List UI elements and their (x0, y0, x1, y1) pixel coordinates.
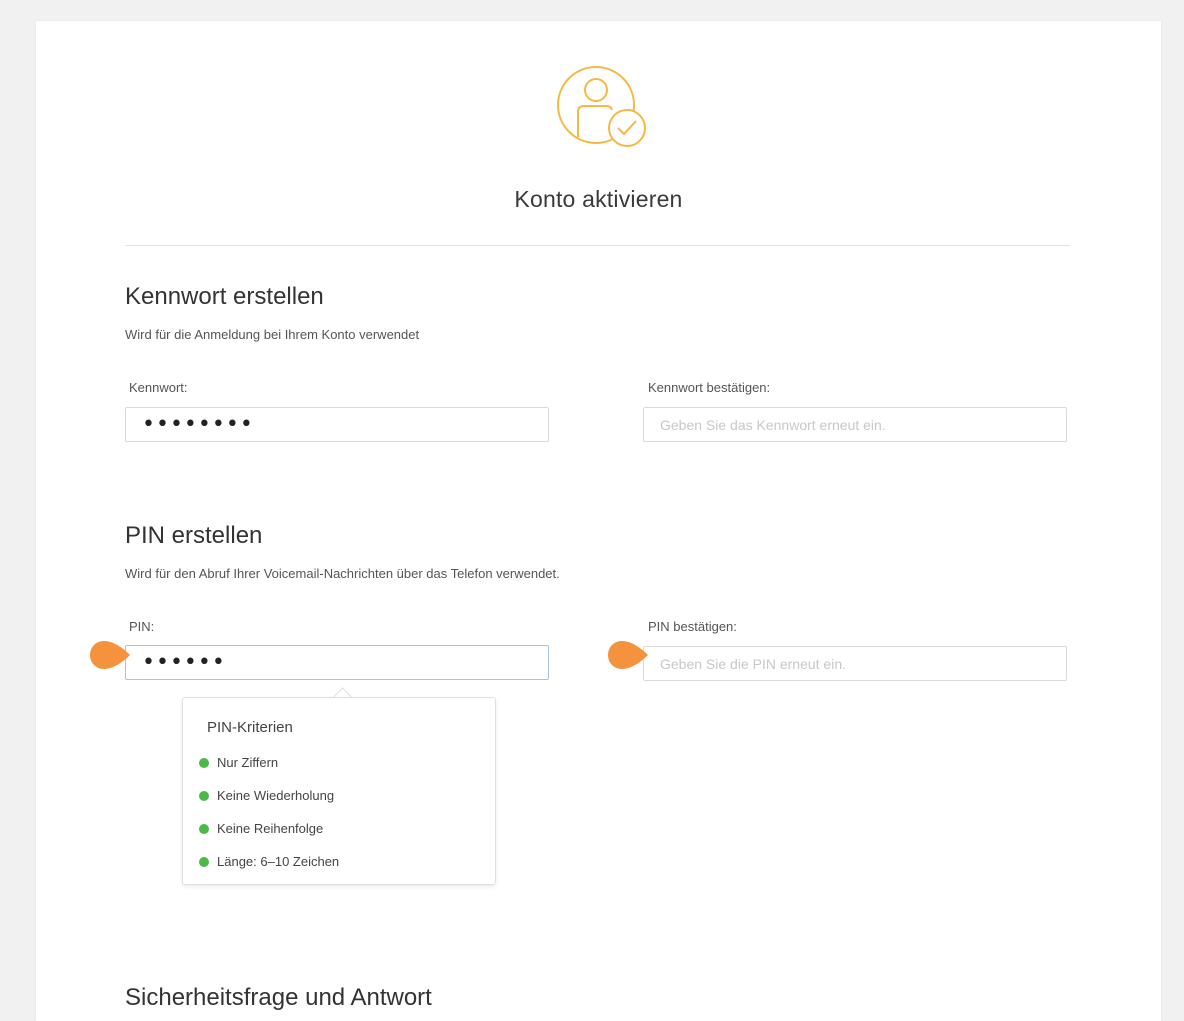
criteria-label: Nur Ziffern (217, 755, 279, 770)
pin-confirm-placeholder: Geben Sie die PIN erneut ein. (660, 655, 847, 672)
criteria-item: Nur Ziffern (199, 755, 278, 770)
password-section-title: Kennwort erstellen (125, 283, 324, 310)
pin-section-subtitle: Wird für den Abruf Ihrer Voicemail-Nachr… (125, 566, 560, 581)
pin-section-title: PIN erstellen (125, 522, 263, 549)
header-divider (125, 245, 1070, 246)
check-status-icon (199, 823, 209, 834)
user-check-icon (556, 59, 652, 155)
pin-confirm-field[interactable]: Geben Sie die PIN erneut ein. (643, 646, 1067, 681)
pin-criteria-title: PIN-Kriterien (207, 719, 293, 736)
pin-field[interactable]: •••••• (125, 645, 549, 680)
pin-confirm-marker-icon (608, 641, 648, 669)
password-confirm-placeholder: Geben Sie das Kennwort erneut ein. (660, 416, 886, 433)
password-field[interactable]: •••••••• (125, 407, 549, 442)
pin-criteria-tooltip: PIN-Kriterien Nur Ziffern Keine Wiederho… (182, 697, 496, 885)
activation-card: Konto aktivieren Kennwort erstellen Wird… (36, 21, 1161, 1021)
pin-value: •••••• (142, 649, 226, 675)
password-confirm-field[interactable]: Geben Sie das Kennwort erneut ein. (643, 407, 1067, 442)
password-confirm-label: Kennwort bestätigen: (648, 380, 771, 395)
criteria-item: Länge: 6–10 Zeichen (199, 854, 339, 869)
pin-field-marker-icon (90, 641, 130, 669)
pin-label: PIN: (129, 619, 155, 634)
password-label: Kennwort: (129, 380, 188, 395)
criteria-item: Keine Wiederholung (199, 788, 334, 803)
criteria-label: Keine Reihenfolge (217, 821, 324, 836)
criteria-label: Keine Wiederholung (217, 788, 335, 803)
check-status-icon (199, 856, 209, 867)
password-section-subtitle: Wird für die Anmeldung bei Ihrem Konto v… (125, 327, 420, 342)
security-section-title: Sicherheitsfrage und Antwort (125, 984, 432, 1011)
pin-confirm-label: PIN bestätigen: (648, 619, 737, 634)
check-status-icon (199, 757, 209, 768)
criteria-item: Keine Reihenfolge (199, 821, 323, 836)
page-title: Konto aktivieren (514, 186, 683, 212)
criteria-label: Länge: 6–10 Zeichen (217, 854, 340, 869)
password-value: •••••••• (142, 411, 254, 437)
check-status-icon (199, 790, 209, 801)
